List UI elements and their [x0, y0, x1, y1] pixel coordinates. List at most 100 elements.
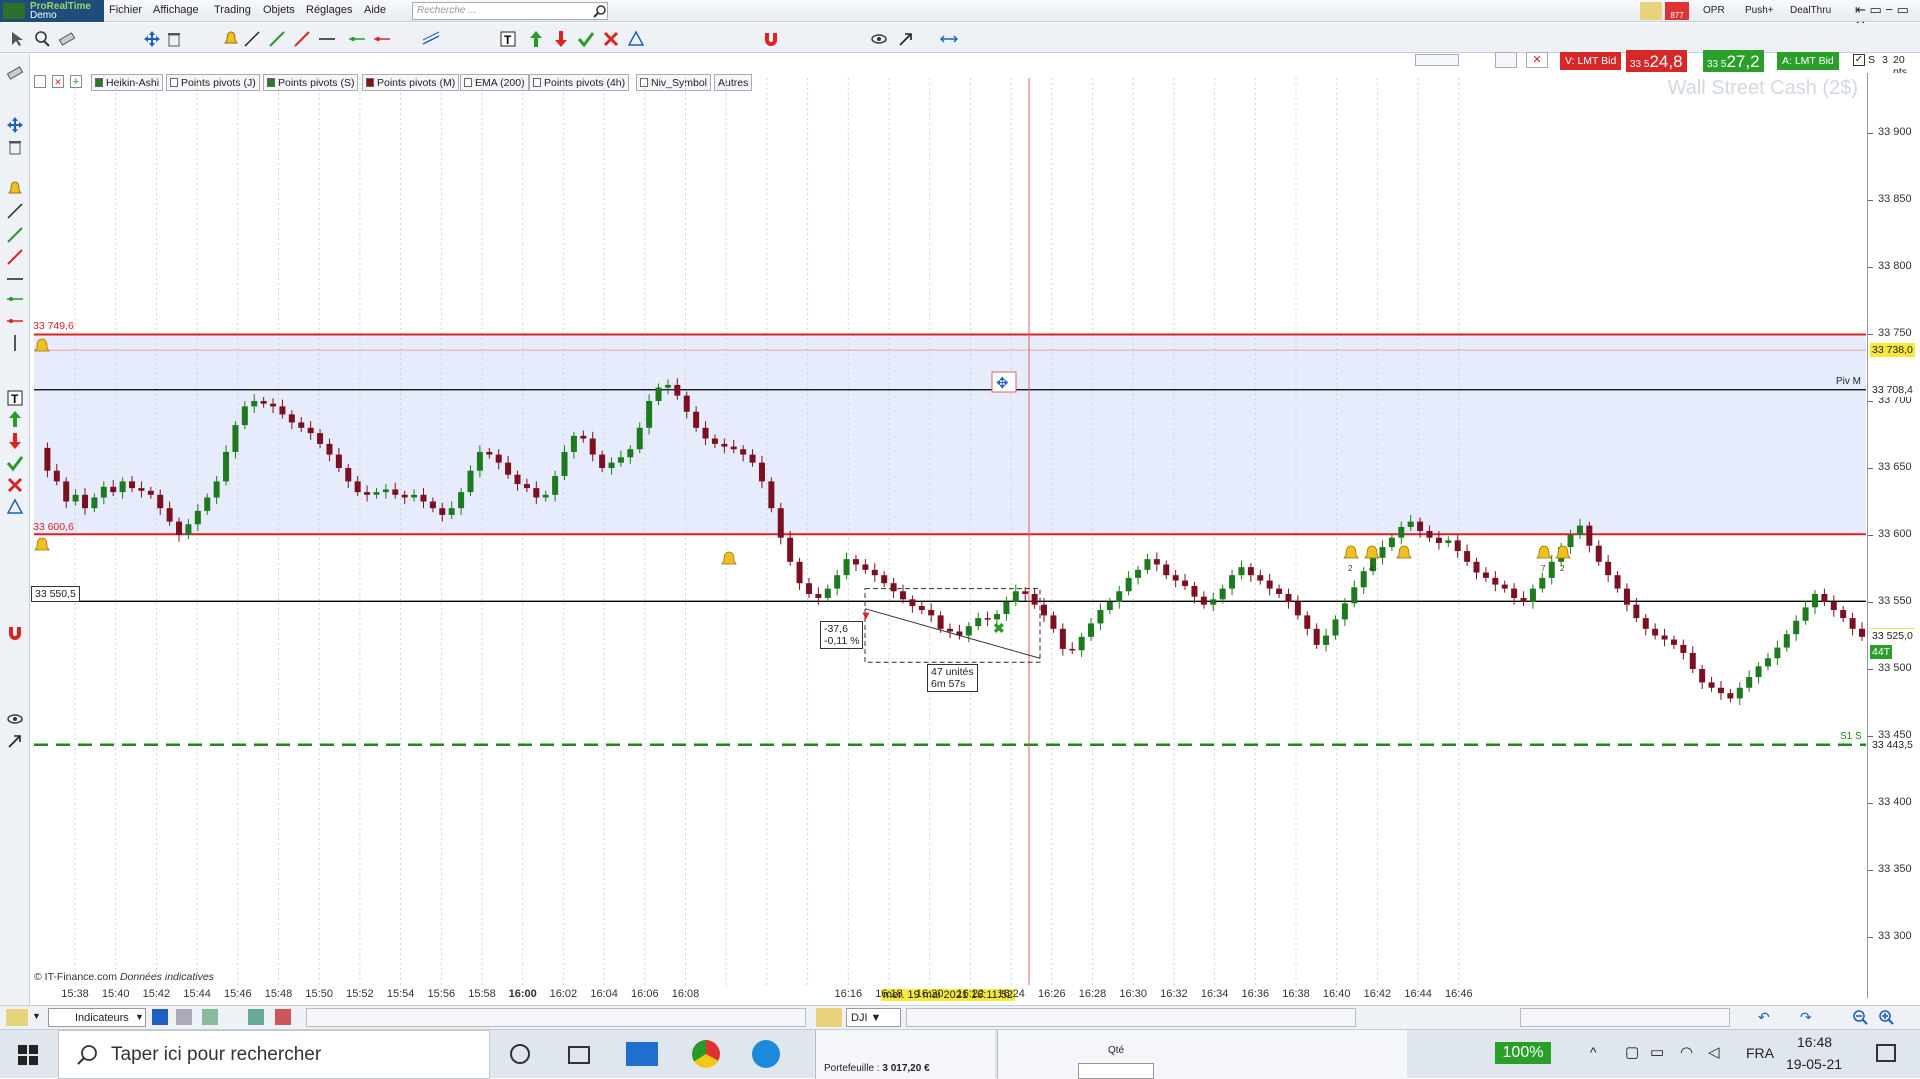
push-button[interactable]: Push+ — [1745, 5, 1774, 16]
menu-objets[interactable]: Objets — [263, 4, 295, 16]
notification-center-icon[interactable] — [1876, 1044, 1896, 1062]
order-size[interactable]: 3 — [1882, 54, 1888, 66]
wizard-icon[interactable] — [1640, 2, 1662, 20]
red-line-icon[interactable] — [293, 30, 311, 48]
zoom-in-icon[interactable] — [1878, 1009, 1894, 1025]
check-icon[interactable] — [577, 30, 595, 48]
sell-order-type[interactable]: V: LMT Bid — [1560, 52, 1622, 70]
channel-icon[interactable] — [422, 30, 440, 48]
price-chart[interactable]: Wall Street Cash (2$) ✖▼✥2 4 7 2 — [30, 73, 1870, 998]
battery-icon[interactable]: ▭ — [1650, 1043, 1664, 1061]
share-icon[interactable] — [152, 1009, 168, 1025]
horizontal-line-icon[interactable] — [318, 30, 336, 48]
notifications-badge[interactable]: 877 — [1665, 2, 1689, 20]
green-hline-icon[interactable] — [348, 30, 366, 48]
wifi-icon[interactable]: ◠ — [1680, 1043, 1693, 1061]
text-icon[interactable]: T — [499, 30, 517, 48]
red-line-icon[interactable] — [6, 248, 24, 266]
alerts-icon[interactable] — [275, 1009, 291, 1025]
line-icon[interactable] — [243, 30, 261, 48]
text-icon[interactable]: T — [6, 389, 24, 407]
menu-affichage[interactable]: Affichage — [153, 4, 199, 16]
dealthru-button[interactable]: DealThru — [1790, 5, 1831, 16]
horizontal-line-icon[interactable] — [6, 270, 24, 288]
zoom-out-icon[interactable] — [1852, 1009, 1868, 1025]
alert-bell-icon[interactable] — [222, 30, 240, 48]
trash-icon[interactable] — [165, 30, 183, 48]
undo-icon[interactable]: ↶ — [1758, 1009, 1770, 1026]
arrow-down-icon[interactable] — [552, 30, 570, 48]
wizard-icon[interactable] — [6, 1009, 28, 1026]
arrow-down-icon[interactable] — [6, 432, 24, 450]
diagonal-arrow-icon[interactable] — [6, 732, 24, 750]
arrow-up-icon[interactable] — [6, 410, 24, 428]
chart-layout-control[interactable] — [1415, 54, 1459, 66]
taskbar-search[interactable]: Taper ici pour rechercher — [58, 1030, 490, 1079]
triangle-icon[interactable] — [6, 498, 24, 516]
horizontal-scrollbar[interactable] — [306, 1008, 806, 1027]
search-input[interactable]: Recherche ... — [412, 2, 608, 20]
buy-price-button[interactable]: 33 527,2 — [1703, 50, 1764, 72]
price-axis[interactable]: 33 900 33 850 33 800 33 750 33 700 33 650 33 6… — [1867, 73, 1920, 998]
move-icon[interactable] — [143, 30, 161, 48]
candle-body — [241, 406, 248, 426]
cross-icon[interactable] — [6, 476, 24, 494]
windows-start-icon[interactable] — [18, 1045, 38, 1065]
volume-icon[interactable]: ◁ — [1708, 1043, 1720, 1061]
check-icon[interactable] — [6, 454, 24, 472]
instrument-selector[interactable]: DJI ▼ — [846, 1008, 901, 1027]
edge-icon[interactable] — [752, 1040, 780, 1068]
search-icon[interactable] — [593, 4, 607, 18]
close-order-icon[interactable]: ✕ — [1526, 52, 1548, 68]
magnet-icon[interactable] — [762, 30, 780, 48]
clock-time[interactable]: 16:48 — [1797, 1034, 1832, 1050]
order-ticket-icon[interactable] — [1495, 52, 1517, 68]
history-scrollbar[interactable] — [1520, 1008, 1730, 1027]
magnet-icon[interactable] — [6, 624, 24, 642]
diagonal-arrow-icon[interactable] — [897, 30, 915, 48]
trash-icon[interactable] — [6, 138, 24, 156]
zoom-icon[interactable] — [33, 30, 51, 48]
order-checkbox[interactable]: ✓ — [1853, 54, 1865, 66]
camera-icon[interactable]: ▢ — [1625, 1043, 1639, 1061]
buy-order-type[interactable]: A: LMT Bid — [1777, 52, 1839, 70]
alert-bell-icon[interactable] — [6, 180, 24, 198]
eye-icon[interactable] — [6, 710, 24, 728]
table-icon[interactable] — [202, 1009, 218, 1025]
sell-price-button[interactable]: 33 524,8 — [1626, 50, 1687, 72]
task-view-icon[interactable] — [568, 1046, 590, 1064]
pointer-icon[interactable] — [8, 30, 26, 48]
mail-icon[interactable] — [626, 1042, 658, 1066]
opr-button[interactable]: OPR — [1703, 5, 1725, 16]
tray-chevron-icon[interactable]: ^ — [1590, 1044, 1597, 1060]
menu-trading[interactable]: Trading — [214, 4, 251, 16]
menu-fichier[interactable]: Fichier — [109, 4, 142, 16]
arrow-up-icon[interactable] — [527, 30, 545, 48]
eye-icon[interactable] — [870, 30, 888, 48]
menu-reglages[interactable]: Réglages — [306, 4, 352, 16]
green-line-icon[interactable] — [6, 226, 24, 244]
chevron-down-icon[interactable]: ▼ — [32, 1011, 41, 1021]
vertical-line-icon[interactable] — [6, 334, 24, 352]
ruler-icon[interactable] — [58, 30, 76, 48]
indicators-button[interactable]: Indicateurs ▼ — [48, 1008, 146, 1027]
red-hline-icon[interactable] — [373, 30, 391, 48]
clock-date[interactable]: 19-05-21 — [1786, 1056, 1842, 1072]
menu-aide[interactable]: Aide — [364, 4, 386, 16]
layout-icon[interactable] — [248, 1009, 264, 1025]
triangle-icon[interactable] — [627, 30, 645, 48]
cross-icon[interactable] — [602, 30, 620, 48]
ruler-icon[interactable] — [6, 64, 24, 82]
language-indicator[interactable]: FRA — [1746, 1045, 1774, 1061]
screenshot-icon[interactable] — [176, 1009, 192, 1025]
redo-icon[interactable]: ↷ — [1800, 1009, 1812, 1026]
line-icon[interactable] — [6, 202, 24, 220]
green-hline-icon[interactable] — [6, 290, 24, 308]
chrome-icon[interactable] — [692, 1040, 720, 1068]
quantity-input[interactable] — [1078, 1063, 1154, 1079]
move-icon[interactable] — [6, 116, 24, 134]
green-line-icon[interactable] — [268, 30, 286, 48]
cortana-icon[interactable] — [510, 1044, 530, 1064]
scale-arrows-icon[interactable] — [940, 30, 958, 48]
red-hline-icon[interactable] — [6, 312, 24, 330]
